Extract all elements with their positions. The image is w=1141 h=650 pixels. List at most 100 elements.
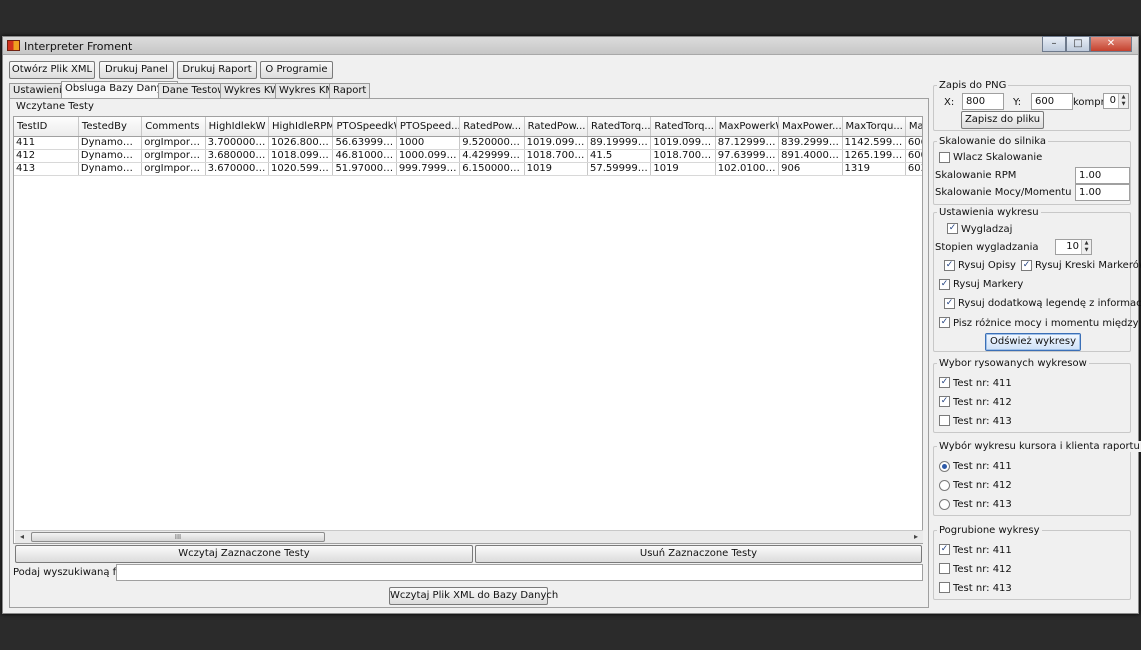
table-cell[interactable]: 51.9700012... xyxy=(332,162,397,176)
table-cell[interactable]: orgImported... xyxy=(141,149,206,163)
cursor-test-413-radio[interactable] xyxy=(939,499,950,510)
table-cell[interactable]: 412 xyxy=(14,149,79,163)
cursor-test-412-radio[interactable] xyxy=(939,480,950,491)
table-column-header[interactable]: TestID xyxy=(14,117,79,137)
table-cell[interactable]: orgImported... xyxy=(141,136,206,150)
png-y-input[interactable]: 600 xyxy=(1031,93,1073,110)
table-cell[interactable]: 1020.59997... xyxy=(268,162,334,176)
spinner-arrows-icon[interactable]: ▲ ▼ xyxy=(1081,240,1091,254)
table-column-header[interactable]: TestedBy xyxy=(78,117,143,137)
table-cell[interactable]: 56.6399993... xyxy=(332,136,397,150)
enable-scaling-checkbox[interactable] xyxy=(939,152,950,163)
table-cell[interactable]: 411 xyxy=(14,136,79,150)
bold-test-411-checkbox[interactable]: ✓ xyxy=(939,544,950,555)
draw-markers-checkbox[interactable]: ✓ xyxy=(939,279,950,290)
table-cell[interactable]: 1018.09997... xyxy=(268,149,334,163)
table-horizontal-scrollbar[interactable]: ◂ III ▸ xyxy=(15,530,923,543)
delete-selected-tests-button[interactable]: Usuń Zaznaczone Testy xyxy=(475,545,922,563)
about-button[interactable]: O Programie xyxy=(260,61,333,79)
power-scaling-input[interactable]: 1.00 xyxy=(1075,184,1130,201)
table-cell[interactable]: 4.42999982... xyxy=(459,149,525,163)
drawn-test-412-checkbox[interactable]: ✓ xyxy=(939,396,950,407)
draw-descriptions-checkbox[interactable]: ✓ xyxy=(944,260,955,271)
refresh-charts-button[interactable]: Odśwież wykresy xyxy=(985,333,1081,351)
tab-test-data[interactable]: Dane Testow xyxy=(158,83,230,98)
table-column-header[interactable]: MaxPowerkW xyxy=(715,117,780,137)
table-cell[interactable]: 1019 xyxy=(524,162,588,176)
table-column-header[interactable]: HighIdleRPM xyxy=(268,117,334,137)
table-cell[interactable]: Dynamometers xyxy=(78,162,143,176)
table-cell[interactable]: 3.70000004... xyxy=(205,136,270,150)
minimize-icon[interactable]: – xyxy=(1042,36,1066,52)
table-column-header[interactable]: MaxTo xyxy=(905,117,922,137)
table-cell[interactable]: 603.59 xyxy=(905,162,922,176)
table-cell[interactable]: orgImported... xyxy=(141,162,206,176)
table-cell[interactable]: 1019 xyxy=(650,162,716,176)
table-column-header[interactable]: RatedTorq... xyxy=(650,117,716,137)
table-row[interactable]: 413DynamometersorgImported...3.67000007.… xyxy=(14,162,922,176)
scroll-thumb[interactable]: III xyxy=(31,532,325,542)
open-xml-button[interactable]: Otwórz Plik XML xyxy=(9,61,95,79)
table-cell[interactable]: 87.1299972... xyxy=(715,136,780,150)
table-cell[interactable]: 6.15000009... xyxy=(459,162,525,176)
png-compression-spinner[interactable]: 0 ▲ ▼ xyxy=(1103,93,1129,109)
table-cell[interactable]: 1018.70001... xyxy=(524,149,588,163)
scroll-left-icon[interactable]: ◂ xyxy=(15,531,29,543)
bold-test-413-checkbox[interactable] xyxy=(939,582,950,593)
table-cell[interactable]: 1019.09997... xyxy=(650,136,716,150)
table-cell[interactable]: 46.8100013... xyxy=(332,149,397,163)
table-cell[interactable]: 97.6399993... xyxy=(715,149,780,163)
table-cell[interactable]: 1000.09997... xyxy=(396,149,461,163)
table-cell[interactable]: 999.799987... xyxy=(396,162,461,176)
png-x-input[interactable]: 800 xyxy=(962,93,1004,110)
table-cell[interactable]: 1142.59997... xyxy=(842,136,906,150)
table-column-header[interactable]: MaxPower... xyxy=(778,117,843,137)
table-cell[interactable]: 1000 xyxy=(396,136,461,150)
save-to-file-button[interactable]: Zapisz do pliku xyxy=(961,111,1044,129)
table-cell[interactable]: 606.70 xyxy=(905,136,922,150)
table-row[interactable]: 411DynamometersorgImported...3.70000004.… xyxy=(14,136,922,150)
table-cell[interactable]: 891.400024... xyxy=(778,149,843,163)
table-column-header[interactable]: PTOSpeedkW xyxy=(332,117,397,137)
table-cell[interactable]: 9.52000045... xyxy=(459,136,525,150)
print-report-button[interactable]: Drukuj Raport xyxy=(177,61,257,79)
table-cell[interactable]: 1319 xyxy=(842,162,906,176)
title-bar[interactable]: Interpreter Froment – □ ✕ xyxy=(3,36,1138,55)
table-column-header[interactable]: RatedPow... xyxy=(459,117,525,137)
table-column-header[interactable]: Comments xyxy=(141,117,206,137)
smooth-checkbox[interactable]: ✓ xyxy=(947,223,958,234)
table-cell[interactable]: 1019.09997... xyxy=(524,136,588,150)
table-cell[interactable]: 57.5999984... xyxy=(587,162,652,176)
cursor-test-411-radio[interactable] xyxy=(939,461,950,472)
drawn-test-411-checkbox[interactable]: ✓ xyxy=(939,377,950,388)
table-column-header[interactable]: HighIdlekW xyxy=(205,117,270,137)
load-xml-to-db-button[interactable]: Wczytaj Plik XML do Bazy Danych xyxy=(389,587,558,605)
table-column-header[interactable]: RatedPow... xyxy=(524,117,588,137)
close-icon[interactable]: ✕ xyxy=(1090,36,1132,52)
table-cell[interactable]: 413 xyxy=(14,162,79,176)
table-cell[interactable]: 839.299987... xyxy=(778,136,843,150)
table-cell[interactable]: 3.67000007... xyxy=(205,162,270,176)
table-cell[interactable]: 102.010002... xyxy=(715,162,780,176)
table-cell[interactable]: 1265.19995... xyxy=(842,149,906,163)
maximize-icon[interactable]: □ xyxy=(1066,36,1090,52)
smooth-degree-spinner[interactable]: 10 ▲ ▼ xyxy=(1055,239,1092,255)
drawn-test-413-checkbox[interactable] xyxy=(939,415,950,426)
draw-marker-lines-checkbox[interactable]: ✓ xyxy=(1021,260,1032,271)
table-cell[interactable]: Dynamometers xyxy=(78,149,143,163)
bold-test-412-checkbox[interactable] xyxy=(939,563,950,574)
table-column-header[interactable]: PTOSpeed... xyxy=(396,117,461,137)
power-torque-diff-checkbox[interactable]: ✓ xyxy=(939,317,950,328)
table-column-header[interactable]: RatedTorq... xyxy=(587,117,652,137)
table-cell[interactable]: 89.1999969... xyxy=(587,136,652,150)
table-cell[interactable]: 41.5 xyxy=(587,149,652,163)
table-cell[interactable]: 906 xyxy=(778,162,843,176)
table-cell[interactable]: 1026.80004... xyxy=(268,136,334,150)
table-cell[interactable]: 3.68000006... xyxy=(205,149,270,163)
scroll-right-icon[interactable]: ▸ xyxy=(909,531,923,543)
rpm-scaling-input[interactable]: 1.00 xyxy=(1075,167,1130,184)
print-panel-button[interactable]: Drukuj Panel xyxy=(99,61,174,79)
tab-report[interactable]: Raport xyxy=(329,83,371,98)
extra-legend-checkbox[interactable]: ✓ xyxy=(944,298,955,309)
spinner-arrows-icon[interactable]: ▲ ▼ xyxy=(1118,94,1128,108)
